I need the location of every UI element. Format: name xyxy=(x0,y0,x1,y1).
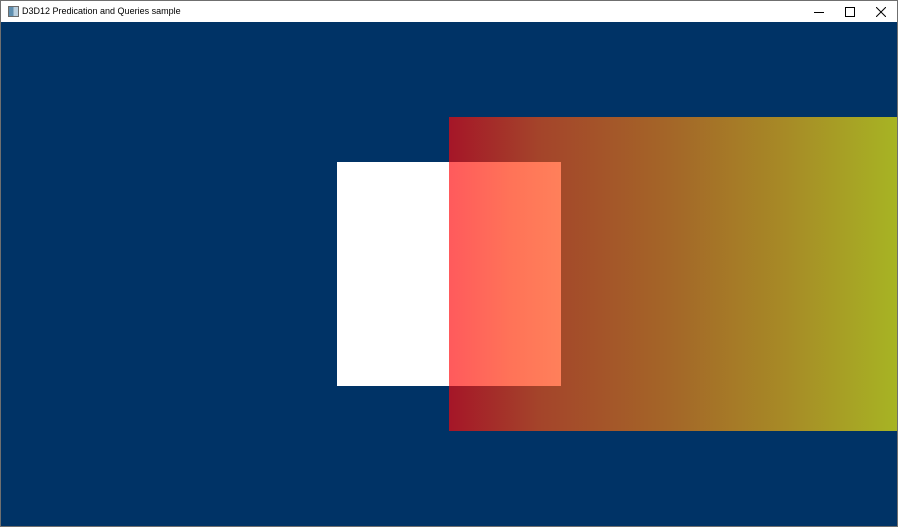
minimize-button[interactable] xyxy=(804,1,834,22)
overlap-blend-region xyxy=(449,162,561,386)
minimize-icon xyxy=(814,11,824,13)
close-button[interactable] xyxy=(866,1,896,22)
window-title: D3D12 Predication and Queries sample xyxy=(22,6,181,16)
title-bar[interactable]: D3D12 Predication and Queries sample xyxy=(1,1,897,22)
close-icon xyxy=(876,6,886,17)
app-window-icon[interactable] xyxy=(8,6,19,17)
app-window: D3D12 Predication and Queries sample xyxy=(0,0,898,527)
render-viewport[interactable] xyxy=(1,22,897,526)
maximize-button[interactable] xyxy=(835,1,865,22)
maximize-icon xyxy=(845,6,855,17)
